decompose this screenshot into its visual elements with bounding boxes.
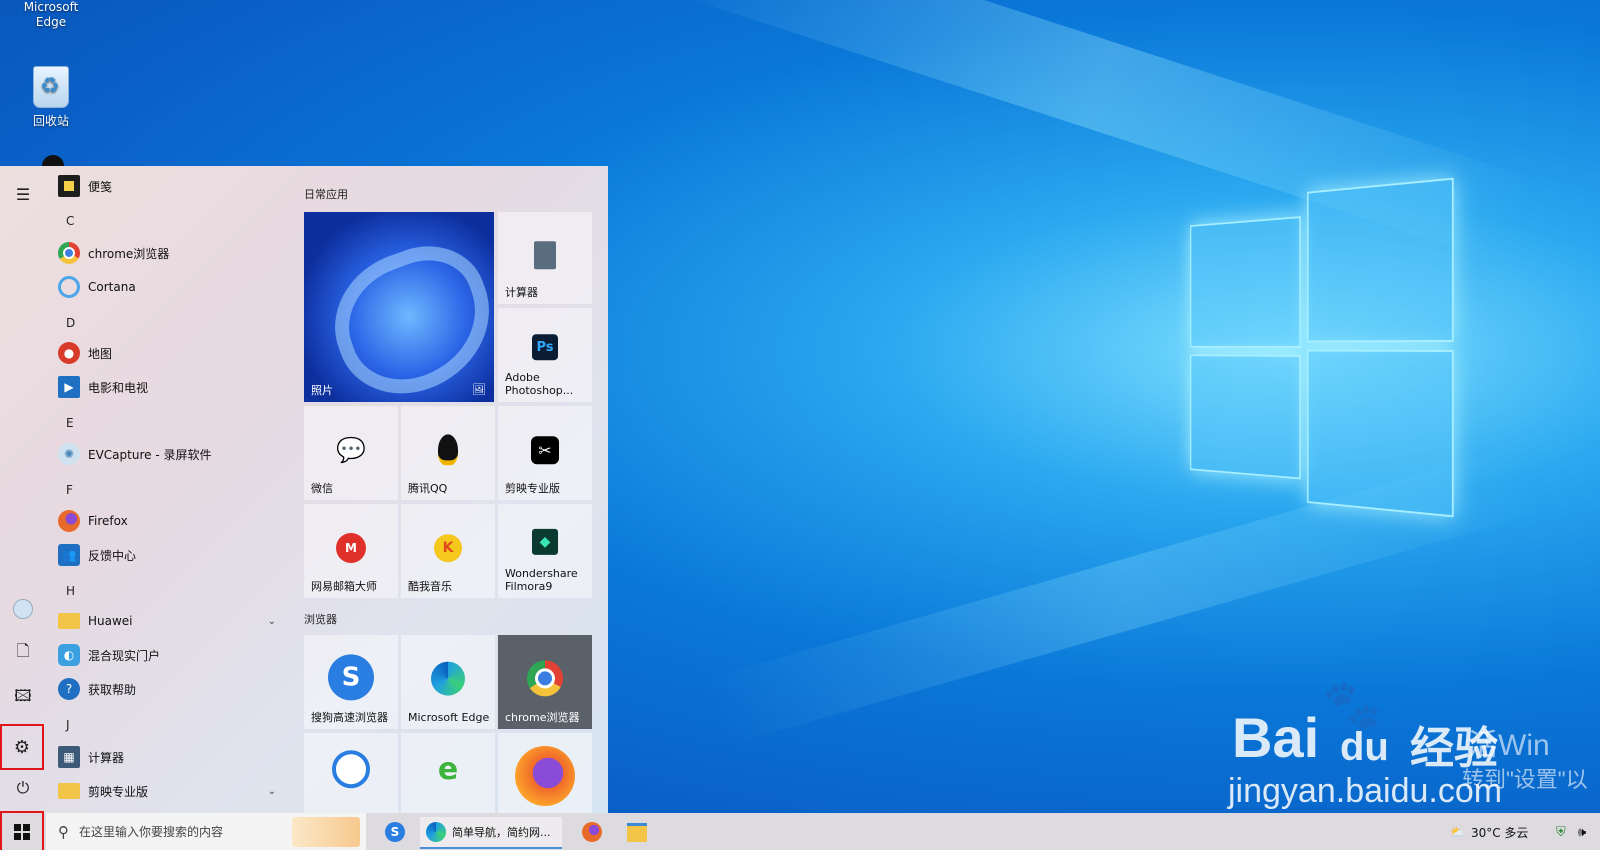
sogou-icon[interactable]: S [380, 817, 410, 847]
firefox-icon[interactable] [577, 817, 607, 847]
taskbar-edge-window[interactable]: 简单导航，简约网... [420, 817, 562, 849]
document-icon[interactable]: 🗋 [8, 638, 38, 668]
chrome-icon [527, 660, 563, 697]
tile-calculator[interactable]: 计算器 [498, 212, 592, 304]
list-item[interactable]: 👥 反馈中心 [58, 540, 288, 570]
tile-sogou[interactable]: S 搜狗高速浏览器 [304, 635, 398, 729]
sticky-notes-icon [58, 175, 80, 197]
qq-penguin-icon [438, 434, 458, 466]
chrome-icon [58, 242, 80, 264]
taskbar: ⚲ 在这里输入你要搜索的内容 S 简单导航，简约网... ⛅ 30°C 多云 ⛨… [0, 811, 1600, 850]
evcapture-icon: ✺ [58, 443, 80, 465]
sogou-icon: S [328, 654, 374, 701]
feedback-icon: 👥 [58, 544, 80, 566]
search-input[interactable]: 在这里输入你要搜索的内容 [79, 823, 223, 840]
section-letter[interactable]: D [66, 316, 75, 330]
wechat-icon: 💬 [336, 436, 366, 465]
maps-icon: ● [58, 342, 80, 364]
tile-group-title: 日常应用 [304, 188, 348, 201]
calculator-icon: ▦ [58, 746, 80, 768]
tile-browser-1[interactable] [304, 733, 398, 813]
photos-icon: 🖼 [472, 383, 486, 396]
kuwo-music-icon: K [434, 534, 462, 563]
section-letter[interactable]: J [66, 718, 70, 732]
tile-mailmaster[interactable]: M 网易邮箱大师 [304, 504, 398, 598]
list-item[interactable]: Cortana [58, 272, 288, 302]
tile-filmora[interactable]: ◆ Wondershare Filmora9 [498, 504, 592, 598]
tile-browser-2[interactable]: e [401, 733, 495, 813]
windows-start-icon[interactable] [0, 811, 44, 850]
list-item[interactable]: ? 获取帮助 [58, 674, 288, 704]
mixed-reality-icon: ◐ [58, 644, 80, 666]
tile-kuwo[interactable]: K 酷我音乐 [401, 504, 495, 598]
desktop-icon-label: Microsoft Edge [23, 0, 79, 29]
tile-qq[interactable]: 腾讯QQ [401, 406, 495, 500]
search-box[interactable]: ⚲ 在这里输入你要搜索的内容 [46, 813, 366, 850]
filmora-icon: ◆ [532, 528, 558, 555]
menu-icon[interactable]: ☰ [8, 179, 38, 209]
list-item[interactable]: ◐ 混合现实门户 [58, 640, 288, 670]
tile-edge[interactable]: Microsoft Edge [401, 635, 495, 729]
cortana-icon [58, 276, 80, 298]
security-shield-icon[interactable]: ⛨ [1556, 817, 1566, 847]
windows-logo-wallpaper [1189, 177, 1454, 518]
tile-chrome[interactable]: chrome浏览器 [498, 635, 592, 729]
search-icon: ⚲ [58, 822, 69, 841]
browser-icon [332, 750, 370, 789]
help-icon: ? [58, 678, 80, 700]
desktop-icon-edge[interactable]: Microsoft Edge [6, 0, 96, 30]
section-letter[interactable]: H [66, 584, 75, 598]
paw-icon: 🐾 [1322, 679, 1382, 732]
power-icon[interactable]: ⏻ [8, 773, 38, 803]
edge-icon [426, 822, 446, 842]
edge-icon [431, 661, 465, 696]
volume-icon[interactable]: 🕪 [1578, 817, 1586, 847]
search-highlight-illustration [292, 817, 360, 847]
user-icon[interactable] [8, 594, 38, 624]
cloud-icon: ⛅ [1450, 825, 1465, 839]
list-item[interactable]: ● 地图 [58, 338, 288, 368]
movies-icon: ▶ [58, 376, 80, 398]
list-item[interactable]: ▶ 电影和电视 [58, 372, 288, 402]
list-item[interactable]: Huawei ⌄ [58, 606, 288, 636]
list-item[interactable]: ▦ 计算器 [58, 742, 288, 772]
folder-icon [58, 783, 80, 799]
tile-group-title: 浏览器 [304, 613, 337, 626]
desktop-icon-recycle-bin[interactable]: 回收站 [6, 66, 96, 129]
section-letter[interactable]: E [66, 416, 74, 430]
desktop-icon-label: 回收站 [32, 114, 69, 128]
weather-widget[interactable]: ⛅ 30°C 多云 [1450, 817, 1528, 847]
settings-icon[interactable]: ⚙ [0, 724, 44, 770]
tile-capcut[interactable]: ✂ 剪映专业版 [498, 406, 592, 500]
tile-photoshop[interactable]: Ps Adobe Photoshop... [498, 308, 592, 402]
ie-icon: e [437, 752, 459, 787]
chevron-down-icon[interactable]: ⌄ [268, 786, 276, 797]
chevron-down-icon[interactable]: ⌄ [268, 616, 276, 627]
list-item[interactable]: Firefox [58, 506, 288, 536]
tile-wechat[interactable]: 💬 微信 [304, 406, 398, 500]
mailmaster-icon: M [336, 533, 366, 563]
capcut-icon: ✂ [531, 436, 559, 465]
folder-icon [58, 613, 80, 629]
list-item[interactable]: 便笺 [58, 171, 288, 201]
photoshop-icon: Ps [532, 334, 558, 361]
firefox-icon [515, 746, 575, 806]
list-item[interactable]: chrome浏览器 [58, 238, 288, 268]
list-item[interactable]: 剪映专业版 ⌄ [58, 776, 288, 806]
firefox-icon [58, 510, 80, 532]
calculator-icon [534, 241, 556, 270]
list-item[interactable]: ✺ EVCapture - 录屏软件 [58, 439, 288, 469]
section-letter[interactable]: F [66, 483, 73, 497]
tile-firefox[interactable] [498, 733, 592, 813]
recycle-bin-icon [33, 66, 69, 108]
start-rail: ☰ 🗋 🖾 ⚙ ⏻ [0, 166, 46, 813]
section-letter[interactable]: C [66, 214, 74, 228]
app-list: 便笺 C chrome浏览器 Cortana D ● 地图 ▶ 电影和电视 E … [52, 166, 288, 813]
start-menu: ☰ 🗋 🖾 ⚙ ⏻ 便笺 C chrome浏览器 Cortana D ● 地图 … [0, 166, 608, 813]
pictures-icon[interactable]: 🖾 [8, 683, 38, 713]
file-explorer-icon[interactable] [622, 817, 652, 847]
tile-photos[interactable]: 照片 🖼 [304, 212, 511, 413]
